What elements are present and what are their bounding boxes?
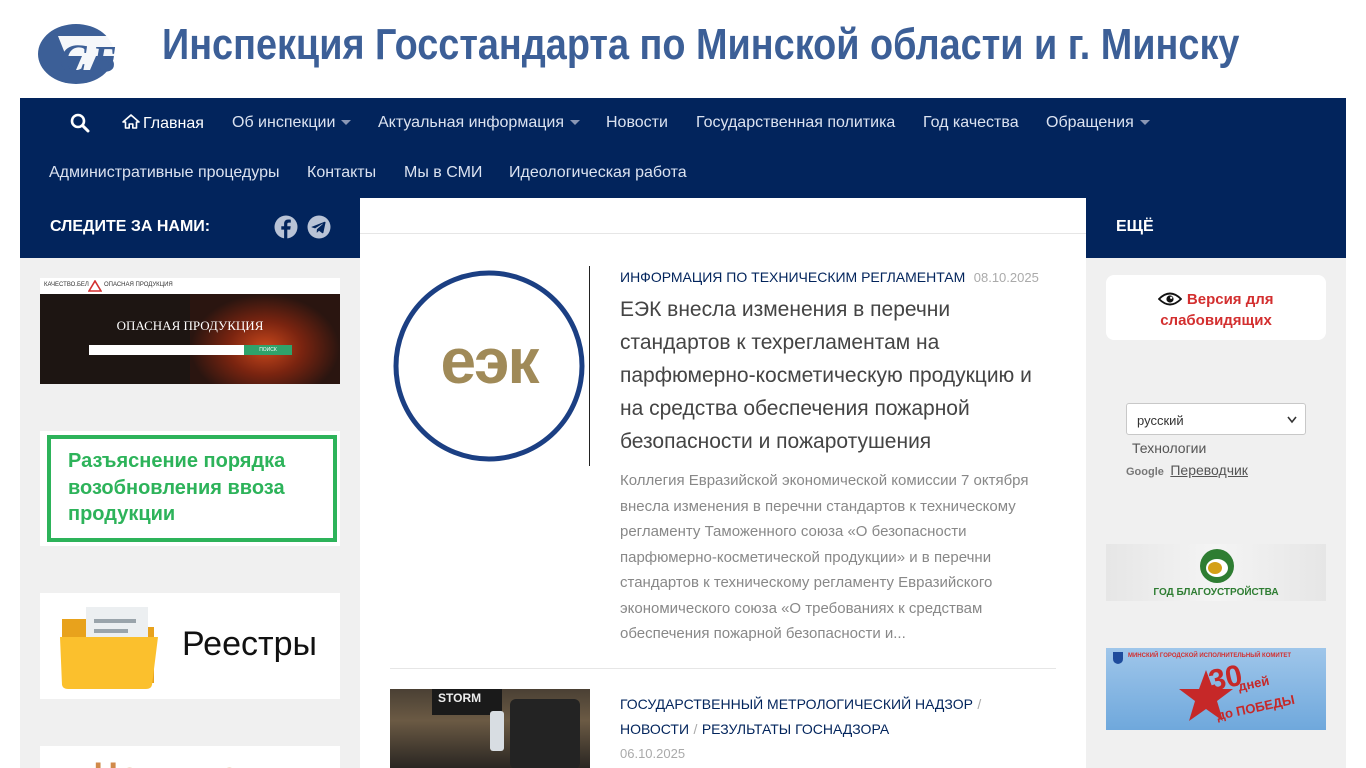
nav-item-label: Государственная политика [696, 114, 896, 131]
banner-label: ГОД БЛАГОУСТРОЙСТВА [1153, 587, 1279, 598]
post-divider [390, 668, 1056, 669]
post-meta: ГОСУДАРСТВЕННЫЙ МЕТРОЛОГИЧЕСКИЙ НАДЗОР /… [620, 692, 1056, 766]
google-logo: Google [1126, 466, 1164, 478]
right-sidebar: ЕЩЁ Версия для слабовидящих русский Техн… [1086, 198, 1346, 768]
post-thumbnail[interactable]: еэк [390, 266, 590, 466]
thumb-brand-text: STORM [438, 691, 482, 705]
nav-item-label: Главная [143, 115, 204, 132]
thumb-logo-text: еэк [440, 325, 540, 397]
post-excerpt: Коллегия Евразийской экономической комис… [620, 472, 1029, 642]
post-category-link[interactable]: НОВОСТИ [620, 721, 689, 737]
banner-topbar: КАЧЕСТВО.БЕЛ ОПАСНАЯ ПРОДУКЦИЯ [40, 278, 340, 294]
post-title-link[interactable]: ЕЭК внесла изменения в перечни стандарто… [620, 293, 1060, 458]
checklists-banner[interactable]: Чек-листы [40, 746, 340, 768]
banner-text: Чек-листы [94, 756, 290, 768]
post-category-link[interactable]: ГОСУДАРСТВЕННЫЙ МЕТРОЛОГИЧЕСКИЙ НАДЗОР [620, 696, 973, 712]
victory-banner[interactable]: МИНСКИЙ ГОРОДСКОЙ ИСПОЛНИТЕЛЬНЫЙ КОМИТЕТ… [1106, 648, 1326, 730]
nav-item-label: Новости [606, 114, 668, 131]
banner-search-field[interactable] [89, 345, 244, 355]
site-header: С Б Инспекция Госстандарта по Минской об… [0, 0, 1366, 98]
nav-item-appeals[interactable]: Обращения [1046, 114, 1150, 132]
main-navigation: Главная Об инспекции Актуальная информац… [20, 98, 1346, 198]
post-date: 06.10.2025 [620, 746, 686, 761]
thumb-divider [589, 266, 590, 466]
left-sidebar: СЛЕДИТЕ ЗА НАМИ: КАЧЕСТВО.БЕЛ ОПАСНАЯ ПР… [20, 198, 360, 768]
nav-item-label: Актуальная информация [378, 114, 564, 131]
nav-item-media[interactable]: Мы в СМИ [404, 164, 482, 182]
nav-item-label: Контакты [307, 164, 377, 181]
chevron-down-icon [1139, 120, 1150, 126]
eye-icon [1158, 292, 1183, 306]
nav-item-ideology[interactable]: Идеологическая работа [509, 164, 687, 182]
site-title[interactable]: Инспекция Госстандарта по Минской област… [162, 20, 1239, 70]
translate-link[interactable]: Переводчик [1170, 462, 1248, 478]
banner-top-title: ОПАСНАЯ ПРОДУКЦИЯ [104, 282, 173, 288]
follow-us-label: СЛЕДИТЕ ЗА НАМИ: [50, 218, 211, 235]
warning-icon [88, 280, 102, 292]
post-thumbnail[interactable]: STORM [390, 689, 590, 768]
nav-item-contacts[interactable]: Контакты [307, 164, 376, 182]
post-category-link[interactable]: ИНФОРМАЦИЯ ПО ТЕХНИЧЕСКИМ РЕГЛАМЕНТАМ [620, 269, 965, 285]
language-select-value: русский [1137, 413, 1184, 428]
banner-top-text: МИНСКИЙ ГОРОДСКОЙ ИСПОЛНИТЕЛЬНЫЙ КОМИТЕТ [1128, 653, 1292, 659]
beautification-year-banner[interactable]: ГОД БЛАГОУСТРОЙСТВА [1106, 544, 1326, 601]
category-separator: / [693, 721, 698, 737]
google-translate-credit: Google Переводчик [1126, 462, 1248, 480]
svg-text:С: С [60, 36, 88, 81]
folder-icon [60, 607, 158, 689]
search-icon[interactable] [70, 113, 90, 133]
banner-text: Реестры [182, 625, 317, 663]
thumb-machine-body [510, 699, 580, 768]
telegram-icon[interactable] [307, 215, 331, 239]
chevron-down-icon [341, 120, 352, 126]
nav-item-label: Административные процедуры [49, 164, 280, 181]
more-header: ЕЩЁ [1086, 198, 1346, 258]
nav-item-about[interactable]: Об инспекции [232, 114, 352, 132]
category-separator: / [977, 696, 982, 712]
dangerous-products-banner[interactable]: КАЧЕСТВО.БЕЛ ОПАСНАЯ ПРОДУКЦИЯ ОПАСНАЯ П… [40, 278, 340, 384]
banner-center-title: ОПАСНАЯ ПРОДУКЦИЯ [116, 318, 264, 333]
nav-item-quality-year[interactable]: Год качества [923, 114, 1019, 132]
nav-item-state-policy[interactable]: Государственная политика [696, 114, 895, 132]
post-item: еэк ИНФОРМАЦИЯ ПО ТЕХНИЧЕСКИМ РЕГЛАМЕНТА… [390, 266, 1056, 668]
nav-item-label: Идеологическая работа [509, 164, 687, 181]
nav-item-home[interactable]: Главная [122, 114, 204, 133]
divider [360, 233, 1086, 234]
nav-item-label: Год качества [923, 114, 1019, 131]
post-date: 08.10.2025 [973, 270, 1039, 285]
registries-banner[interactable]: Реестры [40, 593, 340, 699]
banner-flame-image [190, 294, 340, 384]
svg-text:Б: Б [91, 39, 116, 81]
more-title: ЕЩЁ [1116, 218, 1154, 235]
minsk-coat-of-arms-icon [1113, 652, 1123, 664]
nav-item-label: Обращения [1046, 114, 1134, 131]
facebook-icon[interactable] [274, 215, 298, 239]
post-meta: ИНФОРМАЦИЯ ПО ТЕХНИЧЕСКИМ РЕГЛАМЕНТАМ 08… [620, 269, 1056, 287]
nav-item-current-info[interactable]: Актуальная информация [378, 114, 580, 132]
nav-item-admin-procedures[interactable]: Административные процедуры [49, 164, 279, 182]
nav-item-label: Об инспекции [232, 114, 336, 131]
nav-item-news[interactable]: Новости [606, 114, 668, 132]
gosstandart-logo[interactable]: С Б [36, 14, 138, 86]
translate-tech-label: Технологии [1132, 440, 1207, 456]
chevron-down-icon [1287, 416, 1297, 424]
bison-emblem [1200, 549, 1234, 583]
home-icon [122, 114, 140, 129]
follow-us-header: СЛЕДИТЕ ЗА НАМИ: [20, 198, 360, 258]
nav-item-label: Мы в СМИ [404, 164, 483, 181]
thumb-bottle [490, 711, 504, 751]
language-select[interactable]: русский [1126, 403, 1306, 435]
banner-search-button[interactable]: ПОИСК [244, 345, 292, 355]
main-content: еэк ИНФОРМАЦИЯ ПО ТЕХНИЧЕСКИМ РЕГЛАМЕНТА… [360, 198, 1086, 768]
post-category-link[interactable]: РЕЗУЛЬТАТЫ ГОСНАДЗОРА [702, 721, 889, 737]
banner-site-label: КАЧЕСТВО.БЕЛ [44, 282, 89, 288]
accessibility-button[interactable]: Версия для слабовидящих [1106, 275, 1326, 340]
post-item: STORM ГОСУДАРСТВЕННЫЙ МЕТРОЛОГИЧЕСКИЙ НА… [390, 689, 1056, 768]
import-clarification-banner[interactable]: Разъяснение порядка возобновления ввоза … [40, 431, 340, 546]
banner-text: Разъяснение порядка возобновления ввоза … [68, 450, 286, 525]
chevron-down-icon [570, 120, 580, 126]
